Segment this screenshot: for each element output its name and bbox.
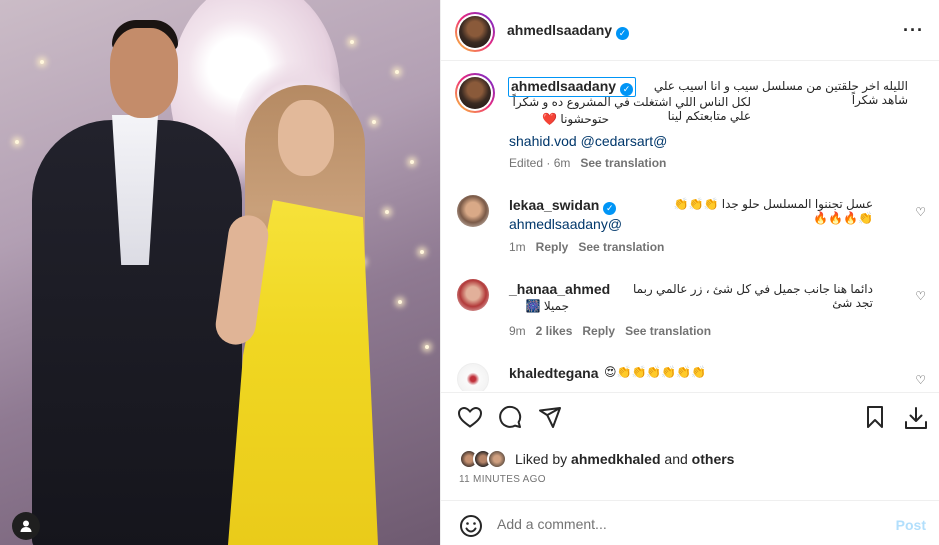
caption-tags[interactable]: shahid.vod @cedarsart@	[509, 133, 667, 149]
comment-mention[interactable]: ahmedlsaadany@	[509, 216, 622, 232]
post-detail-panel: ahmedlsaadany ✓ ··· ahmedlsaadany ✓ الليله…	[440, 0, 939, 545]
download-icon[interactable]	[903, 405, 929, 431]
heart-icon[interactable]: ♡	[915, 373, 926, 387]
author-username-text[interactable]: ahmedlsaadany	[507, 22, 612, 38]
liked-by-text: Liked by ahmedkhaled and others	[515, 451, 734, 467]
author-username[interactable]: ahmedlsaadany ✓	[507, 22, 630, 40]
avatar[interactable]	[459, 16, 491, 48]
liked-by-and: and	[664, 451, 688, 467]
reply-button[interactable]: Reply	[536, 240, 569, 254]
share-send-icon[interactable]	[538, 405, 562, 429]
comment-text: عسل تجننوا المسلسل حلو جدا 👏👏👏👏🔥🔥🔥	[673, 197, 873, 225]
like-heart-icon[interactable]	[457, 405, 483, 429]
verified-icon: ✓	[616, 27, 630, 40]
comment-username[interactable]: lekaa_swidan ✓	[509, 197, 617, 215]
comment-username-text[interactable]: lekaa_swidan	[509, 197, 599, 213]
comments-list[interactable]: ahmedlsaadany ✓ الليله اخر حلقتين من مسلس…	[441, 61, 939, 391]
comment-time: 9m	[509, 324, 526, 338]
post-timestamp[interactable]: 11 MINUTES AGO	[459, 474, 546, 485]
caption-line-3: حتوحشونا ❤️	[542, 112, 609, 126]
post-button[interactable]: Post	[896, 517, 926, 533]
comment-username[interactable]: _hanaa_ahmed	[509, 281, 610, 297]
avatar[interactable]	[457, 363, 489, 391]
woman-head	[278, 100, 334, 176]
see-translation-button[interactable]: See translation	[625, 324, 711, 338]
avatar[interactable]	[457, 195, 489, 227]
liker-avatar[interactable]	[487, 449, 507, 469]
post-header: ahmedlsaadany ✓ ···	[441, 0, 939, 61]
edited-time: Edited · 6m	[509, 156, 571, 170]
liked-by-others[interactable]: others	[692, 451, 735, 467]
heart-icon[interactable]: ♡	[915, 289, 926, 303]
see-translation-button[interactable]: See translation	[580, 156, 666, 170]
heart-icon[interactable]: ♡	[915, 205, 926, 219]
liked-by-prefix: Liked by	[515, 451, 568, 467]
man-head	[110, 28, 178, 118]
post-photo[interactable]	[0, 0, 440, 545]
avatar[interactable]	[459, 77, 491, 109]
comment-input[interactable]	[497, 513, 877, 535]
emoji-icon[interactable]	[459, 514, 483, 538]
comment-username[interactable]: khaledtegana	[509, 365, 598, 381]
comment-bubble-icon[interactable]	[498, 405, 522, 429]
comment-meta: 9m 2 likes Reply See translation	[509, 324, 711, 338]
bookmark-icon[interactable]	[865, 405, 885, 429]
comment-text: دائما هنا جانب جميل في كل شئ ، زر عالمي …	[632, 282, 873, 310]
liked-by[interactable]: Liked by ahmedkhaled and others	[459, 449, 734, 469]
user-icon	[20, 520, 32, 532]
caption-meta: Edited · 6m See translation	[509, 156, 666, 170]
reply-button[interactable]: Reply	[582, 324, 615, 338]
likes-count[interactable]: 2 likes	[536, 324, 573, 338]
avatar[interactable]	[457, 279, 489, 311]
verified-icon: ✓	[603, 202, 617, 215]
story-ring[interactable]	[455, 12, 495, 52]
action-bar	[441, 392, 939, 444]
more-options-icon[interactable]: ···	[903, 20, 924, 41]
comment-text: 😍👏👏👏👏👏👏	[604, 365, 707, 379]
tagged-user-button[interactable]	[12, 512, 40, 540]
liked-by-user[interactable]: ahmedkhaled	[571, 451, 660, 467]
caption-username[interactable]: ahmedlsaadany ✓	[508, 77, 637, 97]
comment-text-2: جميلا 🎆	[525, 299, 569, 313]
story-ring[interactable]	[455, 73, 495, 113]
see-translation-button[interactable]: See translation	[578, 240, 664, 254]
add-comment-bar: Post	[441, 500, 939, 545]
comment-time: 1m	[509, 240, 526, 254]
comment-meta: 1m Reply See translation	[509, 240, 664, 254]
caption-username-text[interactable]: ahmedlsaadany	[511, 78, 616, 94]
